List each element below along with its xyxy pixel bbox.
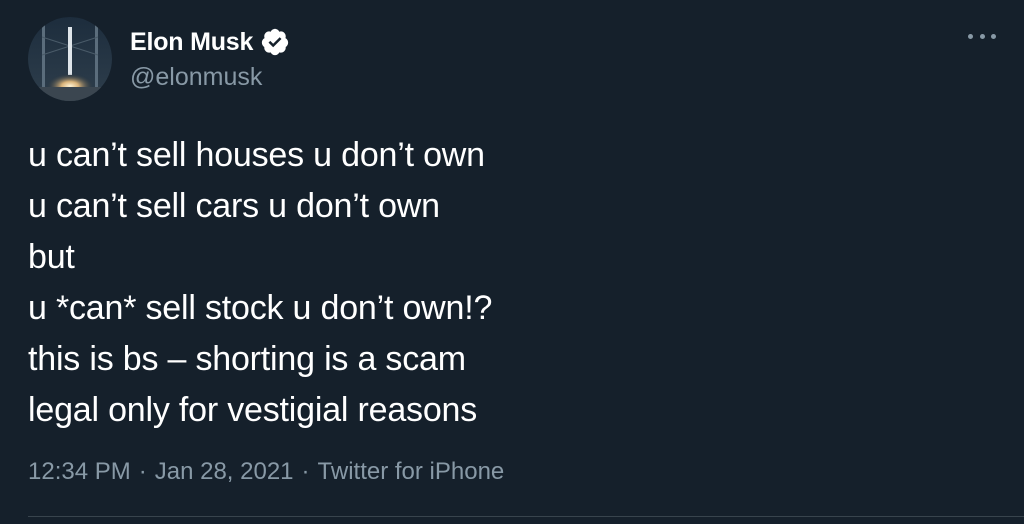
more-options-icon[interactable]	[968, 26, 996, 46]
handle[interactable]: @elonmusk	[130, 63, 290, 92]
tweet-source[interactable]: Twitter for iPhone	[318, 458, 505, 486]
more-dot	[979, 33, 985, 39]
tweet-card: Elon Musk @elonmusk u can’t sell houses …	[0, 0, 1024, 524]
tweet-text: u can’t sell houses u don’t own u can’t …	[28, 130, 988, 436]
tweet-line: this is bs – shorting is a scam	[28, 340, 466, 378]
tweet-line: u can’t sell cars u don’t own	[28, 187, 440, 225]
verified-badge-icon	[262, 28, 289, 56]
display-name[interactable]: Elon Musk	[130, 28, 253, 57]
tweet-line: but	[28, 238, 75, 276]
author-block: Elon Musk @elonmusk	[130, 24, 290, 92]
more-dot	[968, 33, 973, 39]
tweet-meta: 12:34 PM · Jan 28, 2021 · Twitter for iP…	[28, 458, 504, 486]
tweet-timestamp-time[interactable]: 12:34 PM	[28, 458, 131, 486]
tweet-timestamp-date[interactable]: Jan 28, 2021	[155, 458, 294, 486]
avatar[interactable]	[28, 17, 112, 101]
divider	[28, 516, 1024, 517]
tweet-line: u can’t sell houses u don’t own	[28, 136, 485, 174]
tweet-line: u *can* sell stock u don’t own!?	[28, 289, 493, 327]
rocket-launch-avatar-icon	[28, 17, 112, 101]
meta-separator: ·	[138, 458, 147, 485]
name-row: Elon Musk	[130, 24, 290, 60]
tweet-line: legal only for vestigial reasons	[28, 391, 478, 429]
more-dot	[991, 33, 996, 39]
meta-separator: ·	[301, 458, 310, 485]
